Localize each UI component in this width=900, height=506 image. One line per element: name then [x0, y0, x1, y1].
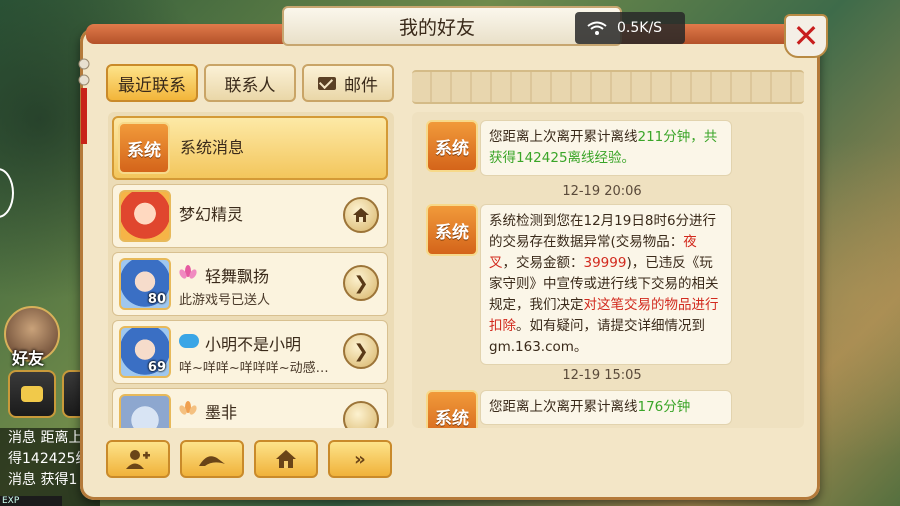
mail-icon	[318, 76, 336, 90]
message-bubble: 您距离上次离开累计离线176分钟	[480, 390, 732, 425]
page-title: 我的好友	[398, 16, 475, 39]
lotus-icon	[179, 401, 197, 415]
contact-name: 墨非	[205, 403, 238, 422]
chevron-button[interactable]: ❯	[343, 333, 379, 369]
chevron-button[interactable]	[343, 401, 379, 428]
tab-recent-contacts[interactable]: 最近联系	[106, 64, 198, 102]
cloud-icon	[179, 334, 199, 348]
message-text: 系统检测到您在12月19日8时6分进行的交易存在数据异常(交易物品：	[489, 213, 717, 250]
tab-mail[interactable]: 邮件	[302, 64, 394, 102]
contact-row-sprite[interactable]: 梦幻精灵	[112, 184, 388, 248]
contact-name: 轻舞飘扬	[205, 267, 270, 286]
message-bubble: 系统检测到您在12月19日8时6分进行的交易存在数据异常(交易物品：夜叉，交易金…	[480, 204, 732, 365]
add-user-icon	[126, 450, 150, 469]
tab-label: 最近联系	[118, 75, 186, 96]
add-friend-button[interactable]	[106, 440, 170, 478]
contact-row[interactable]: 69 小明不是小明 咩~咩咩~咩咩咩~动感… ❯	[112, 320, 388, 384]
flag-icon	[199, 456, 225, 466]
contact-subtitle: 此游戏号已送人	[179, 293, 271, 308]
contact-avatar: 69	[119, 326, 171, 378]
system-badge: 系统	[426, 390, 478, 428]
tassel-ornament	[78, 58, 90, 144]
tab-contacts[interactable]: 联系人	[204, 64, 296, 102]
contact-list[interactable]: 系统 系统消息 梦幻精灵 80 轻舞飘扬 此游戏号已送人 ❯ 69 小明不是小明…	[108, 112, 394, 428]
network-speed: 0.5K/S	[617, 20, 663, 36]
contact-avatar: 80	[119, 258, 171, 310]
message-time: 12-19 20:06	[562, 184, 642, 199]
message-text-green: 176分钟	[637, 399, 691, 415]
contact-name: 系统消息	[180, 138, 245, 157]
message-text-red: 39999	[583, 255, 627, 271]
contact-avatar	[119, 190, 171, 242]
home-button-bottom[interactable]	[254, 440, 318, 478]
exp-bar: EXP	[0, 496, 62, 506]
chat-icon	[21, 386, 43, 402]
message-text: 您距离上次离开累计离线	[489, 399, 638, 415]
contact-row-system[interactable]: 系统 系统消息	[112, 116, 388, 180]
chevron-right-icon: ❯	[353, 340, 369, 362]
chevron-button[interactable]: ❯	[343, 265, 379, 301]
message-header-pattern	[412, 70, 804, 104]
close-icon: ✕	[792, 17, 820, 55]
message-text: 您距离上次离开累计离线	[489, 129, 638, 145]
title-scroll: 我的好友	[282, 6, 622, 46]
home-icon	[276, 450, 296, 468]
contact-subtitle: 咩~咩咩~咩咩咩~动感…	[179, 361, 329, 376]
chevron-right-icon: ❯	[353, 272, 369, 294]
system-badge: 系统	[426, 204, 478, 256]
hud-friend-label[interactable]: 好友	[12, 345, 44, 369]
contact-name: 梦幻精灵	[179, 205, 244, 224]
contact-avatar	[119, 394, 171, 428]
contact-row[interactable]: 墨非	[112, 388, 388, 428]
home-icon	[353, 208, 369, 222]
tab-label: 联系人	[224, 75, 276, 96]
home-button[interactable]	[343, 197, 379, 233]
system-badge: 系统	[426, 120, 478, 172]
message-bubble: 您距离上次离开累计离线211分钟，共获得142425离线经验。	[480, 120, 732, 176]
message-pane[interactable]: 系统 您距离上次离开累计离线211分钟，共获得142425离线经验。 12-19…	[412, 112, 804, 428]
contact-level: 80	[147, 292, 166, 307]
hud-chat-button[interactable]	[8, 370, 56, 418]
wifi-icon	[587, 21, 607, 35]
network-status: 0.5K/S	[575, 12, 685, 44]
forward-button[interactable]: »	[328, 440, 392, 478]
message-time: 12-19 15:05	[562, 368, 642, 383]
tab-label: 邮件	[344, 75, 378, 96]
contact-row[interactable]: 80 轻舞飘扬 此游戏号已送人 ❯	[112, 252, 388, 316]
system-badge: 系统	[118, 122, 170, 174]
flag-button[interactable]	[180, 440, 244, 478]
lotus-icon	[179, 265, 197, 279]
close-button[interactable]: ✕	[784, 14, 828, 58]
contact-name: 小明不是小明	[205, 335, 302, 354]
message-text: ，交易金额：	[502, 255, 584, 271]
double-chevron-icon: »	[354, 448, 366, 470]
contact-level: 69	[147, 360, 166, 375]
message-text: 。如有疑问，请提交详细情况到gm.163.com。	[489, 318, 705, 355]
